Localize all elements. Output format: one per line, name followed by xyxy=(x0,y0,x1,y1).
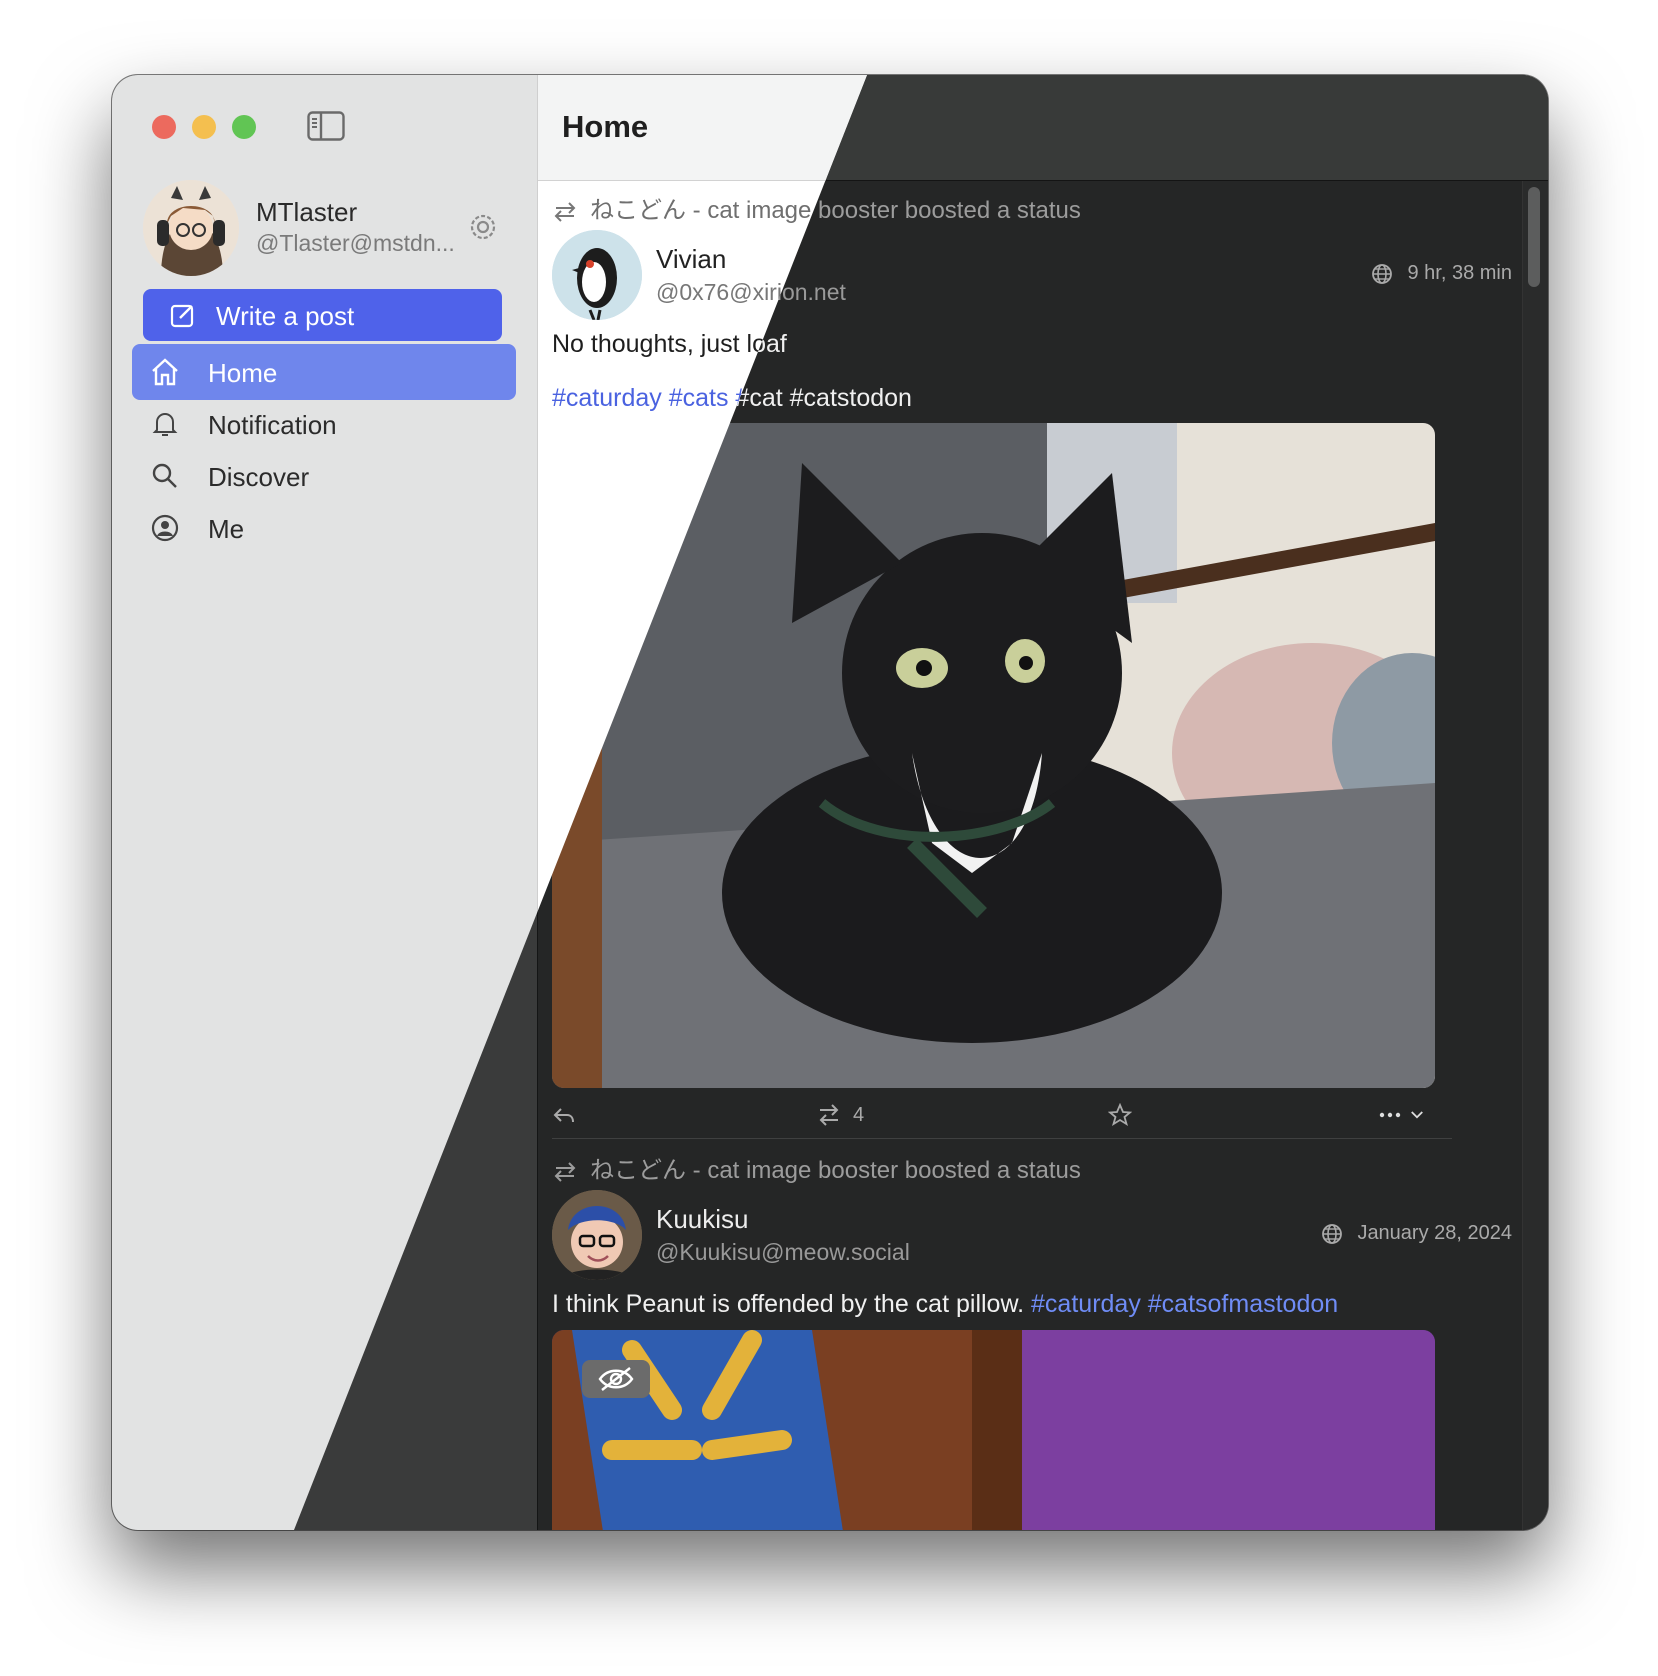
account-display-name: MTlaster xyxy=(256,197,358,227)
boost-icon xyxy=(554,1161,576,1182)
nav-label-me: Me xyxy=(208,514,245,544)
author-name[interactable]: Vivian xyxy=(656,244,726,275)
close-window-button[interactable] xyxy=(152,115,176,139)
gear-icon[interactable] xyxy=(468,212,498,242)
zoom-window-button[interactable] xyxy=(232,115,256,139)
minimize-window-button[interactable] xyxy=(192,115,216,139)
globe-icon xyxy=(1372,263,1393,284)
sidebar-toggle-icon[interactable] xyxy=(307,111,345,141)
post-body: I think Peanut is offended by the cat pi… xyxy=(552,1290,1032,1318)
post-meta: January 28, 2024 xyxy=(1321,1222,1512,1245)
person-circle-icon xyxy=(151,514,179,542)
app-window: MTlaster @Tlaster@mstdn... Write a post … xyxy=(112,75,1548,1530)
eye-slash-icon xyxy=(598,1367,634,1391)
boost-icon xyxy=(554,201,576,222)
post-image-peanut[interactable] xyxy=(552,1330,1435,1530)
nav-item-notification[interactable]: Notification xyxy=(132,396,516,452)
chevron-down-icon xyxy=(1411,1111,1423,1119)
boost-line: ねこどん - cat image booster boosted a statu… xyxy=(552,1150,1081,1185)
favourite-button[interactable] xyxy=(1108,1100,1132,1130)
write-post-label: Write a post xyxy=(216,301,355,331)
home-icon xyxy=(152,358,178,386)
author-name[interactable]: Kuukisu xyxy=(656,1204,749,1235)
boost-text: ねこどん - cat image booster boosted a statu… xyxy=(590,1157,1081,1184)
post-meta: 9 hr, 38 min xyxy=(1371,262,1512,285)
post-text: No thoughts, just loaf xyxy=(552,330,787,358)
reblog-count: 4 xyxy=(853,1103,865,1126)
nav-item-me[interactable]: Me xyxy=(132,500,516,556)
hide-media-button[interactable] xyxy=(582,1360,650,1398)
author-handle[interactable]: @Kuukisu@meow.social xyxy=(656,1239,910,1266)
nav-item-home[interactable]: Home xyxy=(132,344,516,400)
nav-label-notification: Notification xyxy=(208,410,337,440)
page-title: Home xyxy=(562,109,649,144)
post-text: I think Peanut is offended by the cat pi… xyxy=(552,1290,1338,1319)
avatar[interactable] xyxy=(143,180,239,276)
compose-icon xyxy=(170,304,194,328)
avatar[interactable] xyxy=(552,1190,642,1280)
globe-icon xyxy=(1322,1223,1343,1244)
avatar[interactable] xyxy=(552,230,642,320)
nav-label-home: Home xyxy=(208,358,278,388)
reblog-button[interactable]: 4 xyxy=(817,1100,864,1130)
nav-label-discover: Discover xyxy=(208,462,310,492)
bell-icon xyxy=(152,413,178,436)
search-icon xyxy=(152,463,177,488)
write-post-button[interactable]: Write a post xyxy=(143,289,502,341)
post-divider xyxy=(552,1138,1452,1139)
nav-item-discover[interactable]: Discover xyxy=(132,448,516,504)
boost-icon xyxy=(819,1104,839,1126)
more-menu-button[interactable] xyxy=(1378,1100,1426,1130)
reply-button[interactable] xyxy=(552,1100,576,1130)
post-time: 9 hr, 38 min xyxy=(1407,262,1512,284)
reply-icon xyxy=(553,1108,574,1123)
post-time: January 28, 2024 xyxy=(1357,1222,1512,1244)
ellipsis-icon xyxy=(1379,1112,1401,1118)
post-hashtags[interactable]: #caturday #catsofmastodon xyxy=(1031,1290,1338,1318)
post-actions: 4 xyxy=(552,1100,1435,1130)
star-icon xyxy=(1108,1103,1132,1126)
account-handle: @Tlaster@mstdn... xyxy=(256,230,455,256)
